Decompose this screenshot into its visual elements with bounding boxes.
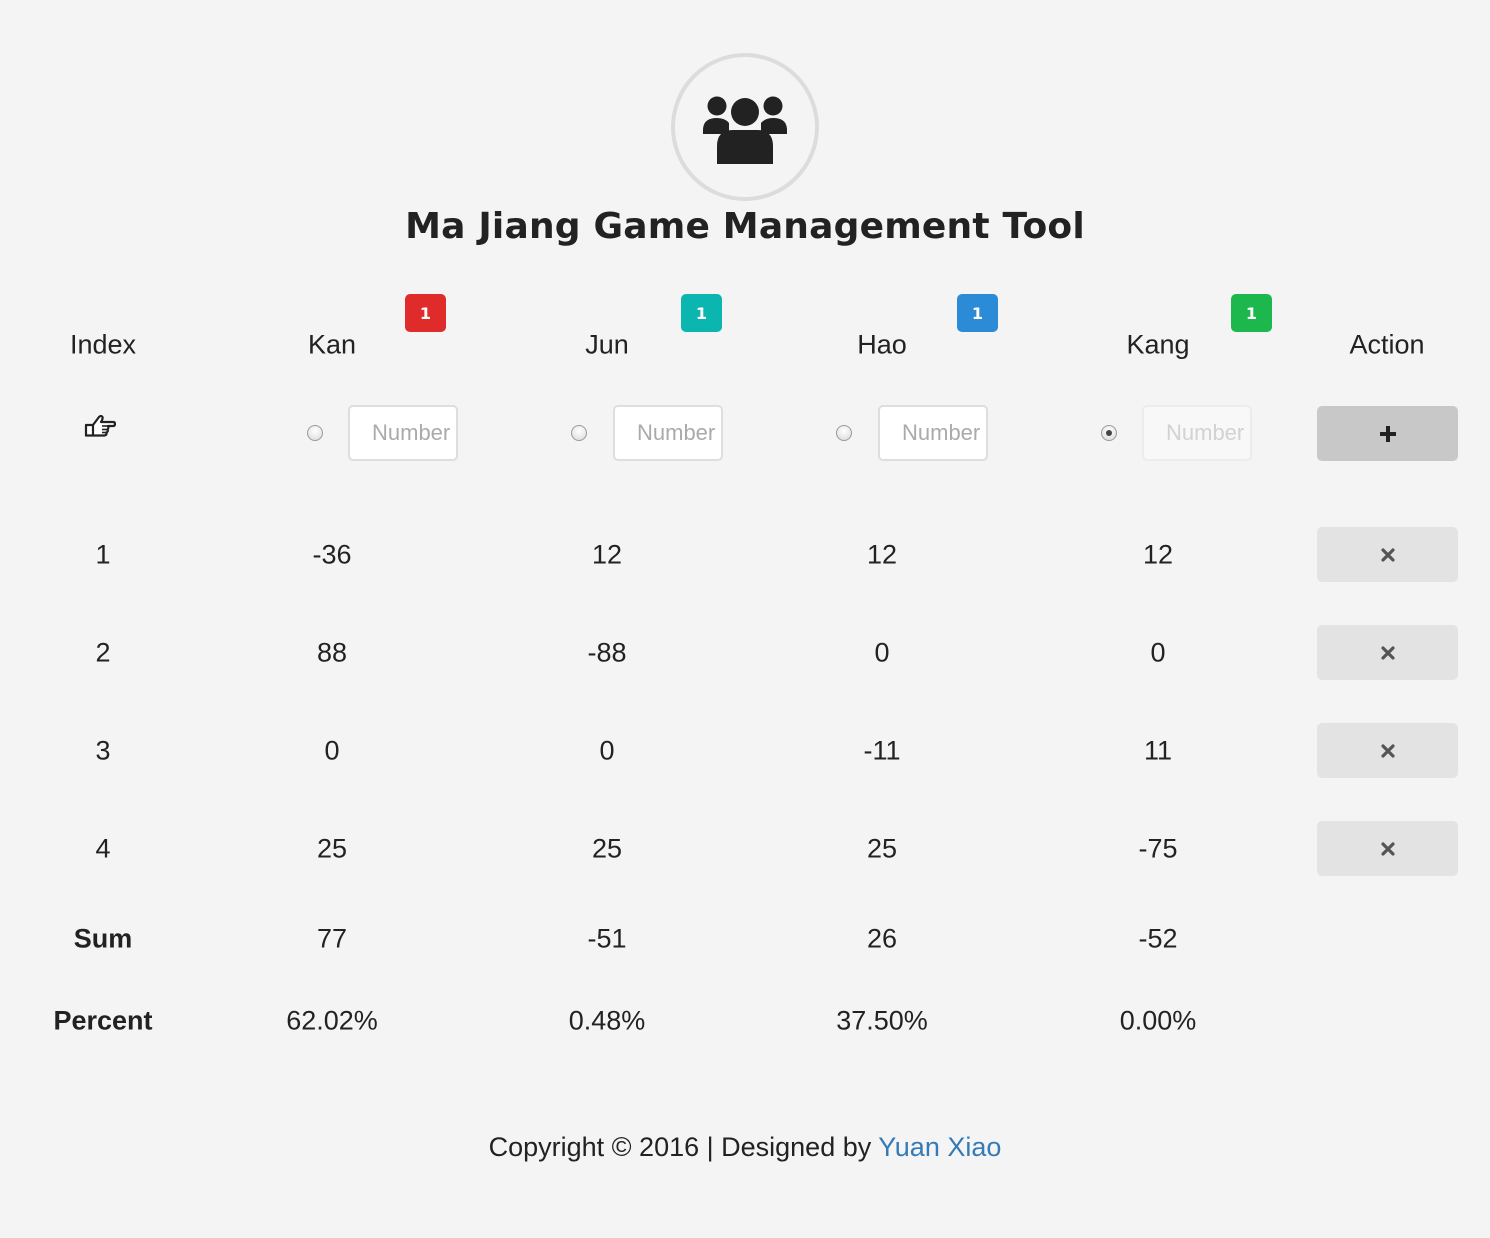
- page: Ma Jiang Game Management Tool Index Kan …: [0, 0, 1490, 1238]
- player-name-kang: Kang: [1126, 329, 1190, 360]
- hand-pointing-right-icon: [84, 414, 116, 437]
- score-cell: 12: [1142, 539, 1174, 570]
- player-badge: 1: [405, 294, 446, 332]
- plus-icon: [1379, 425, 1396, 442]
- designer-link[interactable]: Yuan Xiao: [878, 1132, 1001, 1162]
- close-icon: [1380, 743, 1395, 758]
- close-icon: [1380, 645, 1395, 660]
- sum-value: -51: [587, 923, 627, 954]
- score-cell: 12: [591, 539, 623, 570]
- score-cell: 0: [599, 735, 615, 766]
- users-group-icon: [703, 96, 787, 164]
- score-input-jun[interactable]: [613, 405, 723, 461]
- round-index: 3: [95, 735, 111, 766]
- player-name-hao: Hao: [857, 329, 907, 360]
- player-radio-hao[interactable]: [836, 425, 852, 441]
- close-icon: [1380, 547, 1395, 562]
- action-header: Action: [1349, 329, 1425, 360]
- score-cell: -11: [863, 735, 901, 766]
- player-badge: 1: [957, 294, 998, 332]
- percent-value: 0.00%: [1119, 1005, 1197, 1036]
- round-index: 4: [95, 833, 111, 864]
- score-cell: -88: [587, 637, 627, 668]
- score-cell: 25: [316, 833, 348, 864]
- score-cell: 11: [1143, 735, 1173, 766]
- score-cell: -36: [312, 539, 352, 570]
- index-header: Index: [69, 329, 137, 360]
- delete-round-button[interactable]: [1317, 723, 1458, 778]
- percent-value: 62.02%: [286, 1005, 378, 1036]
- round-index: 1: [95, 539, 111, 570]
- player-name-jun: Jun: [585, 329, 629, 360]
- score-cell: 12: [866, 539, 898, 570]
- player-radio-kan[interactable]: [307, 425, 323, 441]
- page-title: Ma Jiang Game Management Tool: [405, 206, 1085, 247]
- sum-label: Sum: [73, 923, 133, 954]
- add-round-button[interactable]: [1317, 406, 1458, 461]
- score-cell: 88: [316, 637, 348, 668]
- player-badge: 1: [1231, 294, 1272, 332]
- player-badge: 1: [681, 294, 722, 332]
- copyright-text: Copyright © 2016 | Designed by: [488, 1132, 879, 1162]
- score-input-kan[interactable]: [348, 405, 458, 461]
- sum-value: -52: [1138, 923, 1178, 954]
- sum-value: 77: [316, 923, 348, 954]
- close-icon: [1380, 841, 1395, 856]
- player-radio-jun[interactable]: [571, 425, 587, 441]
- player-name-kan: Kan: [307, 329, 357, 360]
- score-cell: -75: [1138, 833, 1178, 864]
- logo: [671, 53, 819, 201]
- percent-label: Percent: [53, 1005, 153, 1036]
- round-index: 2: [95, 637, 111, 668]
- score-input-hao[interactable]: [878, 405, 988, 461]
- player-radio-kang[interactable]: [1101, 425, 1117, 441]
- percent-value: 37.50%: [836, 1005, 928, 1036]
- score-input-kang[interactable]: [1142, 405, 1252, 461]
- percent-value: 0.48%: [568, 1005, 646, 1036]
- sum-value: 26: [866, 923, 898, 954]
- score-cell: 25: [591, 833, 623, 864]
- score-cell: 0: [1150, 637, 1166, 668]
- delete-round-button[interactable]: [1317, 527, 1458, 582]
- delete-round-button[interactable]: [1317, 821, 1458, 876]
- score-cell: 0: [874, 637, 890, 668]
- score-cell: 25: [866, 833, 898, 864]
- delete-round-button[interactable]: [1317, 625, 1458, 680]
- score-cell: 0: [324, 735, 340, 766]
- footer: Copyright © 2016 | Designed by Yuan Xiao: [0, 1132, 1490, 1163]
